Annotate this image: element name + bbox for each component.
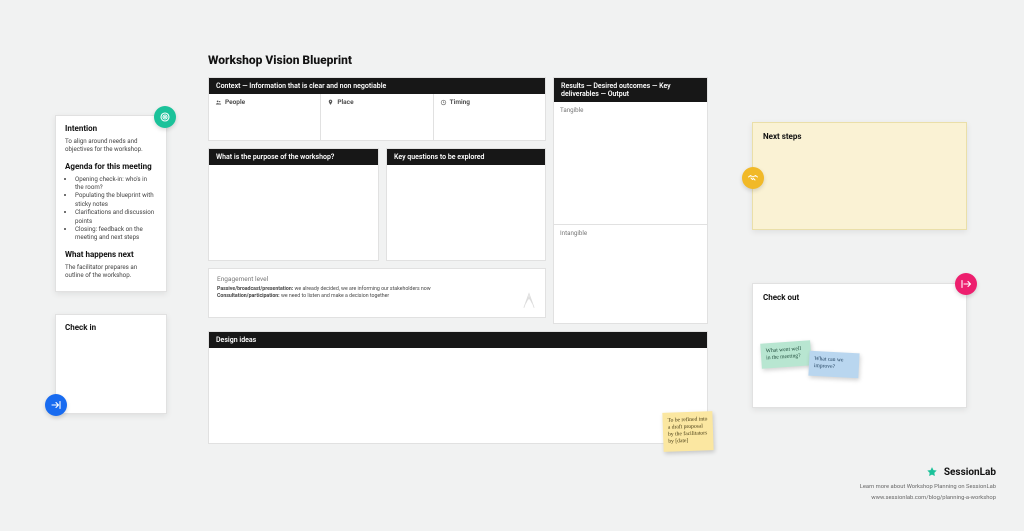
checkout-sticky-improve[interactable]: What can we improve? [808, 351, 859, 379]
brand-footer: SessionLab Learn more about Workshop Pla… [860, 466, 996, 503]
results-heading: Results — Desired outcomes — Key deliver… [554, 78, 707, 102]
context-row: People Place Timing [209, 94, 545, 140]
target-icon [154, 106, 176, 128]
left-column: Intention To align around needs and obje… [55, 115, 167, 414]
purpose-panel: What is the purpose of the workshop? [208, 148, 379, 261]
design-body[interactable]: To be refined into a draft proposal by t… [209, 348, 707, 443]
blueprint-left-stack: Context — Information that is clear and … [208, 77, 546, 324]
context-people-label: People [215, 98, 245, 106]
handshake-icon [742, 167, 764, 189]
check-out-title: Check out [763, 293, 956, 302]
checkout-sticky-good[interactable]: What went well in the meeting? [760, 340, 812, 368]
key-questions-panel: Key questions to be explored [386, 148, 546, 261]
brand-sub2: www.sessionlab.com/blog/planning-a-works… [860, 495, 996, 503]
agenda-list: Opening check-in: who's in the room? Pop… [65, 175, 157, 242]
context-people[interactable]: People [209, 94, 321, 140]
what-next-title: What happens next [65, 250, 157, 259]
key-questions-body[interactable] [387, 165, 545, 260]
engagement-grade-1: Passive/broadcast/presentation: we alrea… [217, 286, 537, 293]
results-tangible-label: Tangible [560, 106, 701, 114]
purpose-body[interactable] [209, 165, 378, 260]
check-in-title: Check in [65, 323, 157, 332]
key-questions-heading: Key questions to be explored [387, 149, 545, 165]
results-intangible-area[interactable] [560, 237, 701, 317]
blueprint-area: Workshop Vision Blueprint Context — Info… [208, 53, 708, 444]
brand-logo-row: SessionLab [860, 466, 996, 480]
agenda-item: Closing: feedback on the meeting and nex… [75, 225, 157, 242]
exit-icon [955, 273, 977, 295]
watermark-logo-icon [521, 291, 537, 311]
engagement-title: Engagement level [217, 275, 537, 283]
intention-body: To align around needs and objectives for… [65, 137, 157, 154]
agenda-item: Clarifications and discussion points [75, 208, 157, 225]
context-place[interactable]: Place [321, 94, 433, 140]
context-place-label: Place [327, 98, 353, 106]
results-tangible-area[interactable] [560, 114, 701, 224]
engagement-grade-2: Consultation/participation: we need to l… [217, 293, 537, 300]
brand-sub1: Learn more about Workshop Planning on Se… [860, 484, 996, 492]
check-in-card: Check in [55, 314, 167, 414]
engagement-panel[interactable]: Engagement level Passive/broadcast/prese… [208, 268, 546, 318]
results-intangible-label: Intangible [560, 229, 701, 237]
purpose-heading: What is the purpose of the workshop? [209, 149, 378, 165]
context-timing-label: Timing [440, 98, 470, 106]
next-steps-card: Next steps [752, 122, 967, 230]
results-divider [554, 224, 707, 225]
design-panel: Design ideas To be refined into a draft … [208, 331, 708, 444]
intention-title: Intention [65, 124, 157, 133]
brand-name: SessionLab [944, 467, 996, 478]
check-out-card: Check out What went well in the meeting?… [752, 283, 967, 408]
design-heading: Design ideas [209, 332, 707, 348]
enter-icon [45, 394, 67, 416]
agenda-item: Populating the blueprint with sticky not… [75, 191, 157, 208]
what-next-body: The facilitator prepares an outline of t… [65, 263, 157, 280]
intention-card: Intention To align around needs and obje… [55, 115, 167, 292]
context-heading: Context — Information that is clear and … [209, 78, 545, 94]
design-sticky-note[interactable]: To be refined into a draft proposal by t… [662, 411, 713, 452]
context-panel: Context — Information that is clear and … [208, 77, 546, 141]
agenda-title: Agenda for this meeting [65, 162, 157, 171]
results-body: Tangible Intangible [554, 102, 707, 323]
blueprint-top-row: Context — Information that is clear and … [208, 77, 708, 324]
next-steps-title: Next steps [763, 132, 956, 141]
page-title: Workshop Vision Blueprint [208, 53, 708, 67]
sessionlab-logo-icon [925, 466, 939, 480]
agenda-item: Opening check-in: who's in the room? [75, 175, 157, 192]
results-panel: Results — Desired outcomes — Key deliver… [553, 77, 708, 324]
purpose-keyq-row: What is the purpose of the workshop? Key… [208, 148, 546, 261]
context-timing[interactable]: Timing [434, 94, 545, 140]
